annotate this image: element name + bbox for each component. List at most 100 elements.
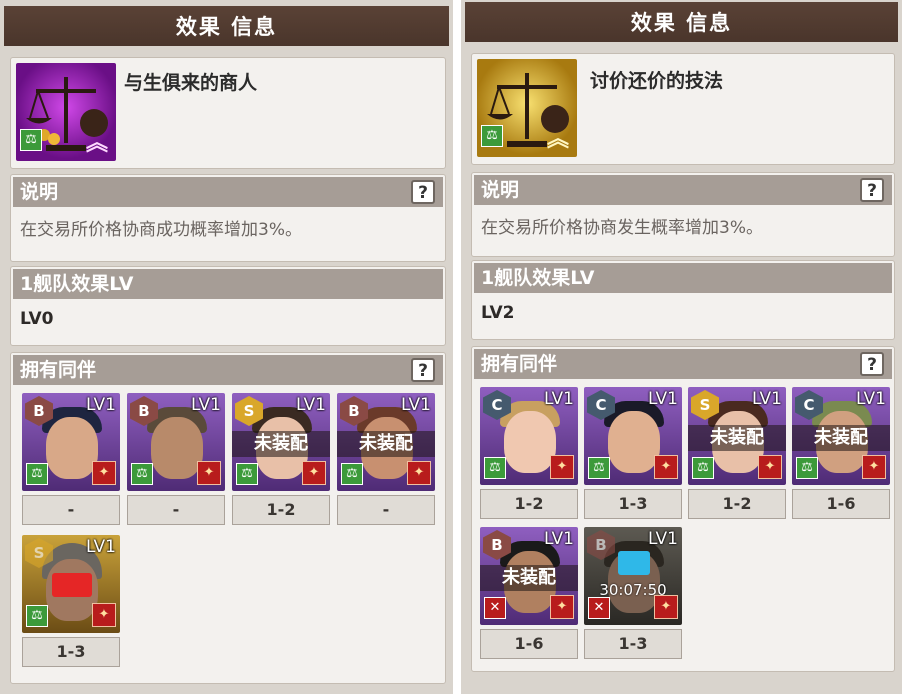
fleet-effect-level: LV2 bbox=[481, 303, 515, 323]
skill-card: ⚖ ︽ 讨价还价的技法 bbox=[471, 53, 895, 165]
help-button[interactable]: ? bbox=[411, 180, 435, 204]
companion-level: LV1 bbox=[855, 389, 886, 409]
fleet-slot-button[interactable]: 1-2 bbox=[480, 489, 578, 519]
description-card: 说明 ? 在交易所价格协商发生概率增加3%。 bbox=[471, 172, 895, 257]
companion-level: LV1 bbox=[543, 529, 574, 549]
panel-title: 效果 信息 bbox=[4, 6, 449, 46]
fleet-effect-card: 1舰队效果LV LV2 bbox=[471, 260, 895, 340]
fleet-slot-button[interactable]: 1-3 bbox=[22, 637, 120, 667]
compass-skill-icon: ✦ bbox=[302, 461, 326, 485]
compass-skill-icon: ✦ bbox=[92, 603, 116, 627]
companion-card[interactable]: S LV1 ⚖ ✦ 1-3 bbox=[22, 535, 120, 667]
rank-chevron-icon: ︽ bbox=[547, 127, 570, 152]
compass-skill-icon: ✦ bbox=[197, 461, 221, 485]
description-header-label: 说明 bbox=[20, 181, 59, 203]
compass-skill-icon: ✦ bbox=[654, 455, 678, 479]
rank-chevron-icon: ︽ bbox=[86, 131, 109, 156]
unequipped-label: 未装配 bbox=[688, 425, 786, 451]
companion-card[interactable]: B LV1 30:07:50 ✕ ✦ 1-3 bbox=[584, 527, 682, 659]
unequipped-label: 未装配 bbox=[337, 431, 435, 457]
scale-type-icon: ⚖ bbox=[26, 463, 48, 485]
fleet-slot-button[interactable]: 1-3 bbox=[584, 629, 682, 659]
companion-portrait[interactable]: S LV1 未装配 ⚖ ✦ bbox=[232, 393, 330, 491]
description-text: 在交易所价格协商成功概率增加3%。 bbox=[20, 220, 302, 240]
left-effect-panel: 效果 信息 ⚖ ︽ 与生俱来的商人 说明 ? 在交易所价格协商成功概率增加3%。 bbox=[0, 0, 453, 694]
companion-portrait[interactable]: S LV1 ⚖ ✦ bbox=[22, 535, 120, 633]
companion-level: LV1 bbox=[295, 395, 326, 415]
fleet-slot-button[interactable]: 1-6 bbox=[792, 489, 890, 519]
companions-header: 拥有同伴 ? bbox=[474, 349, 892, 379]
companion-portrait[interactable]: B LV1 30:07:50 ✕ ✦ bbox=[584, 527, 682, 625]
fleet-slot-button[interactable]: - bbox=[337, 495, 435, 525]
companion-level: LV1 bbox=[190, 395, 221, 415]
compass-skill-icon: ✦ bbox=[654, 595, 678, 619]
unequipped-label: 未装配 bbox=[792, 425, 890, 451]
description-header: 说明 ? bbox=[13, 177, 443, 207]
companion-level: LV1 bbox=[647, 529, 678, 549]
compass-skill-icon: ✦ bbox=[862, 455, 886, 479]
fleet-slot-button[interactable]: - bbox=[127, 495, 225, 525]
fleet-effect-card: 1舰队效果LV LV0 bbox=[10, 266, 446, 346]
training-book-icon bbox=[618, 551, 650, 575]
hidden-face-icon bbox=[52, 573, 92, 597]
companions-header-label: 拥有同伴 bbox=[20, 359, 97, 381]
companion-portrait[interactable]: B LV1 未装配 ⚖ ✦ bbox=[337, 393, 435, 491]
companion-card[interactable]: B LV1 ⚖ ✦ - bbox=[127, 393, 225, 525]
description-text: 在交易所价格协商发生概率增加3%。 bbox=[481, 218, 763, 238]
fleet-slot-button[interactable]: 1-6 bbox=[480, 629, 578, 659]
fleet-slot-button[interactable]: 1-2 bbox=[232, 495, 330, 525]
companion-card[interactable]: C LV1 ⚖ ✦ 1-3 bbox=[584, 387, 682, 519]
fleet-effect-level: LV0 bbox=[20, 309, 54, 329]
scale-type-icon: ⚖ bbox=[236, 463, 258, 485]
companion-card[interactable]: C LV1 ⚖ ✦ 1-2 bbox=[480, 387, 578, 519]
description-header-label: 说明 bbox=[481, 179, 520, 201]
description-card: 说明 ? 在交易所价格协商成功概率增加3%。 bbox=[10, 174, 446, 262]
unequipped-label: 未装配 bbox=[480, 565, 578, 591]
companions-card: 拥有同伴 ? B LV1 ⚖ ✦ - B LV1 ⚖ ✦ - S LV1 未装配… bbox=[10, 352, 446, 684]
companion-card[interactable]: S LV1 未装配 ⚖ ✦ 1-2 bbox=[232, 393, 330, 525]
scale-type-icon: ⚖ bbox=[131, 463, 153, 485]
scale-type-icon: ⚖ bbox=[484, 457, 506, 479]
help-button[interactable]: ? bbox=[860, 352, 884, 376]
help-button[interactable]: ? bbox=[860, 178, 884, 202]
companions-header: 拥有同伴 ? bbox=[13, 355, 443, 385]
companion-portrait[interactable]: B LV1 ⚖ ✦ bbox=[22, 393, 120, 491]
companion-level: LV1 bbox=[85, 537, 116, 557]
skill-name: 与生俱来的商人 bbox=[124, 72, 258, 94]
companions-header-label: 拥有同伴 bbox=[481, 353, 558, 375]
unequipped-label: 未装配 bbox=[232, 431, 330, 457]
scale-type-icon: ⚖ bbox=[20, 129, 42, 151]
companion-card[interactable]: B LV1 ⚖ ✦ - bbox=[22, 393, 120, 525]
help-button[interactable]: ? bbox=[411, 358, 435, 382]
description-header: 说明 ? bbox=[474, 175, 892, 205]
crossed-swords-icon: ✕ bbox=[588, 597, 610, 619]
companion-portrait[interactable]: C LV1 未装配 ⚖ ✦ bbox=[792, 387, 890, 485]
companion-portrait[interactable]: B LV1 未装配 ✕ ✦ bbox=[480, 527, 578, 625]
companion-portrait[interactable]: C LV1 ⚖ ✦ bbox=[584, 387, 682, 485]
scale-type-icon: ⚖ bbox=[26, 605, 48, 627]
companion-card[interactable]: B LV1 未装配 ✕ ✦ 1-6 bbox=[480, 527, 578, 659]
compass-skill-icon: ✦ bbox=[407, 461, 431, 485]
fleet-slot-button[interactable]: 1-2 bbox=[688, 489, 786, 519]
companion-level: LV1 bbox=[647, 389, 678, 409]
scale-type-icon: ⚖ bbox=[481, 125, 503, 147]
compass-skill-icon: ✦ bbox=[92, 461, 116, 485]
companion-level: LV1 bbox=[85, 395, 116, 415]
companion-portrait[interactable]: C LV1 ⚖ ✦ bbox=[480, 387, 578, 485]
companions-card: 拥有同伴 ? C LV1 ⚖ ✦ 1-2 C LV1 ⚖ ✦ 1-3 S LV1… bbox=[471, 346, 895, 672]
merchant-scale-skill-icon: ⚖ ︽ bbox=[16, 63, 116, 161]
panel-title: 效果 信息 bbox=[465, 2, 898, 42]
compass-skill-icon: ✦ bbox=[550, 595, 574, 619]
scale-type-icon: ⚖ bbox=[692, 457, 714, 479]
fleet-effect-header: 1舰队效果LV bbox=[474, 263, 892, 293]
skill-card: ⚖ ︽ 与生俱来的商人 bbox=[10, 57, 446, 169]
scale-type-icon: ⚖ bbox=[796, 457, 818, 479]
companion-portrait[interactable]: B LV1 ⚖ ✦ bbox=[127, 393, 225, 491]
scale-type-icon: ⚖ bbox=[341, 463, 363, 485]
companion-portrait[interactable]: S LV1 未装配 ⚖ ✦ bbox=[688, 387, 786, 485]
companion-card[interactable]: B LV1 未装配 ⚖ ✦ - bbox=[337, 393, 435, 525]
fleet-slot-button[interactable]: 1-3 bbox=[584, 489, 682, 519]
companion-card[interactable]: S LV1 未装配 ⚖ ✦ 1-2 bbox=[688, 387, 786, 519]
fleet-slot-button[interactable]: - bbox=[22, 495, 120, 525]
companion-card[interactable]: C LV1 未装配 ⚖ ✦ 1-6 bbox=[792, 387, 890, 519]
